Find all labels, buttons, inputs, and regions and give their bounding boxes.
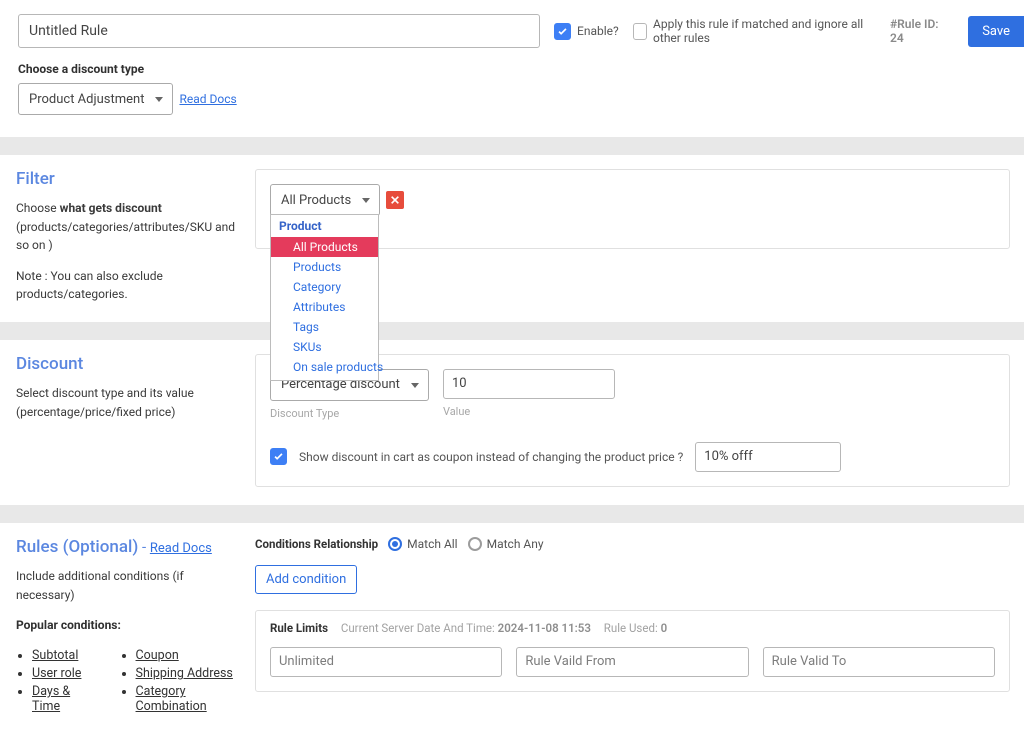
coupon-name-input[interactable] — [695, 442, 841, 472]
filter-description: Choose what gets discount (products/cate… — [16, 199, 239, 255]
enable-checkbox[interactable] — [554, 23, 571, 40]
popular-condition-link[interactable]: Subtotal — [32, 648, 90, 663]
add-condition-button[interactable]: Add condition — [255, 565, 357, 594]
ignore-rules-label: Apply this rule if matched and ignore al… — [653, 17, 876, 45]
remove-filter-button[interactable] — [386, 191, 404, 209]
close-icon — [390, 195, 400, 205]
rule-limits-header: Rule Limits Current Server Date And Time… — [270, 621, 995, 635]
match-all-label: Match All — [407, 537, 457, 551]
dropdown-item-category[interactable]: Category — [271, 277, 378, 297]
dropdown-item-skus[interactable]: SKUs — [271, 337, 378, 357]
dropdown-item-attributes[interactable]: Attributes — [271, 297, 378, 317]
popular-condition-link[interactable]: Days & Time — [32, 684, 90, 714]
check-icon — [557, 26, 568, 37]
choose-discount-type-label: Choose a discount type — [18, 62, 1006, 76]
discount-value-input[interactable] — [443, 369, 615, 399]
save-button[interactable]: Save — [968, 16, 1024, 47]
rule-valid-from-input[interactable] — [516, 647, 748, 677]
discount-title: Discount — [16, 354, 239, 374]
filter-title: Filter — [16, 169, 239, 189]
match-all-radio[interactable] — [388, 537, 402, 551]
filter-note: Note : You can also exclude products/cat… — [16, 267, 239, 304]
discount-type-label: Discount Type — [270, 407, 429, 420]
rule-valid-to-input[interactable] — [763, 647, 995, 677]
show-as-coupon-label: Show discount in cart as coupon instead … — [299, 450, 683, 464]
popular-condition-link[interactable]: Shipping Address — [136, 666, 239, 681]
ignore-rules-checkbox[interactable] — [633, 23, 647, 40]
discount-type-select[interactable]: Product Adjustment — [18, 83, 173, 115]
dropdown-item-all-products[interactable]: All Products — [271, 237, 378, 257]
dropdown-item-tags[interactable]: Tags — [271, 317, 378, 337]
match-any-label: Match Any — [487, 537, 544, 551]
rules-include-text: Include additional conditions (if necess… — [16, 567, 239, 604]
enable-label: Enable? — [577, 24, 619, 38]
rules-read-docs-link[interactable]: Read Docs — [150, 541, 212, 556]
discount-description: Select discount type and its value (perc… — [16, 384, 239, 421]
popular-condition-link[interactable]: Coupon — [136, 648, 239, 663]
dropdown-item-onsale[interactable]: On sale products — [271, 357, 378, 377]
filter-dropdown[interactable]: Product All Products Products Category A… — [270, 214, 379, 381]
popular-conditions-label: Popular conditions: — [16, 618, 239, 632]
dropdown-item-products[interactable]: Products — [271, 257, 378, 277]
popular-condition-link[interactable]: User role — [32, 666, 90, 681]
filter-select[interactable]: All Products — [270, 184, 380, 216]
rule-id-label: #Rule ID: 24 — [890, 17, 944, 45]
show-as-coupon-checkbox[interactable] — [270, 448, 287, 465]
read-docs-link[interactable]: Read Docs — [179, 92, 236, 106]
conditions-relationship-label: Conditions Relationship — [255, 537, 378, 551]
rules-title: Rules (Optional) — [16, 537, 138, 557]
check-icon — [273, 451, 284, 462]
dropdown-group-header: Product — [271, 215, 378, 237]
rule-limit-count-input[interactable] — [270, 647, 502, 677]
match-any-radio[interactable] — [468, 537, 482, 551]
discount-value-label: Value — [443, 405, 615, 418]
rule-name-input[interactable] — [18, 14, 540, 48]
popular-condition-link[interactable]: Category Combination — [136, 684, 239, 714]
